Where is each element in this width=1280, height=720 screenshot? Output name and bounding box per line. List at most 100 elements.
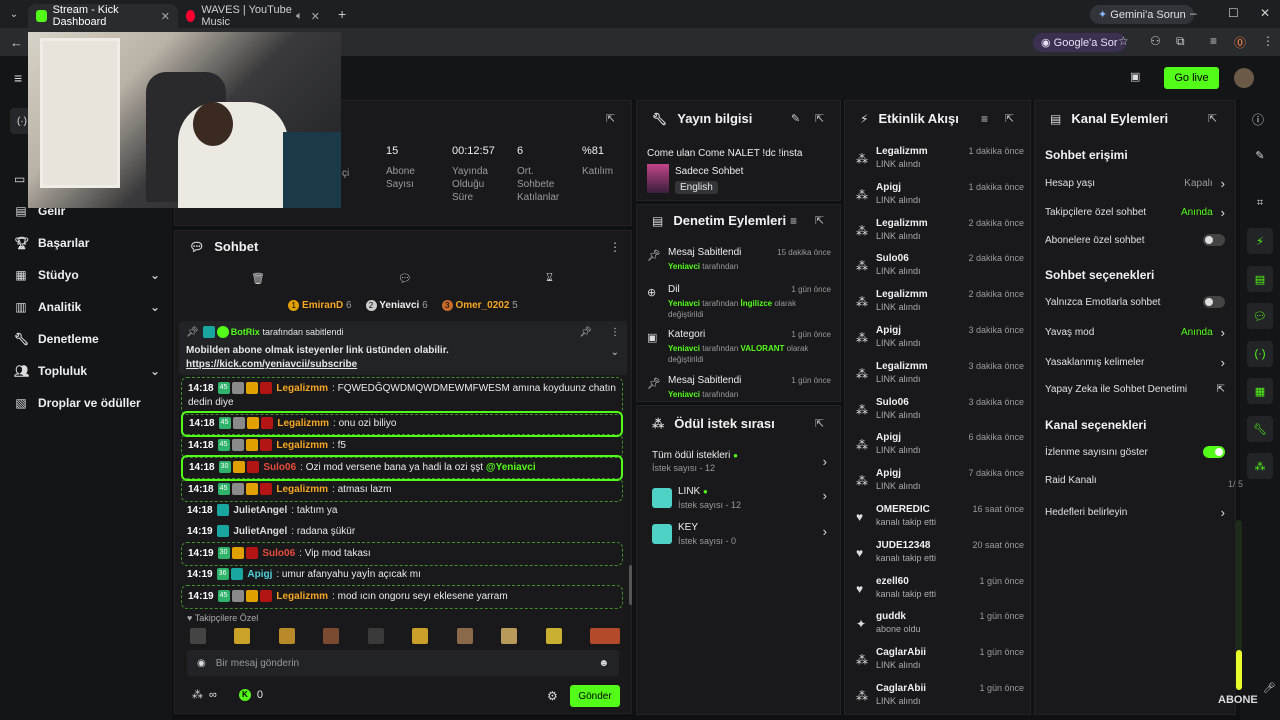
emote-icon[interactable] — [367, 628, 384, 644]
emoji-icon[interactable]: ☻ — [598, 658, 609, 669]
minimize-icon[interactable]: – — [1190, 6, 1197, 20]
sidebar-item-basarilar[interactable]: 🏆︎ Başarılar — [14, 236, 160, 250]
menu-kebab-icon[interactable]: ⋮ — [1262, 34, 1274, 48]
expand-icon[interactable]: ⇱ — [815, 112, 824, 125]
send-button[interactable]: Gönder — [570, 685, 620, 707]
sidebar-item-topluluk[interactable]: 👥︎ Topluluk ⌄ — [14, 364, 160, 378]
rail-crop-button[interactable]: ⌗ — [1247, 190, 1273, 216]
chat-mode-icon[interactable]: 💬︎ — [398, 272, 412, 285]
emote-icon[interactable] — [501, 628, 518, 644]
expand-icon[interactable]: ⇱ — [1208, 112, 1217, 125]
chat-message[interactable]: 14:19 36 Apigj: umur afanyahu yayİn açıca… — [181, 564, 623, 586]
channel-action-row[interactable]: Hesap yaşı Kapalı › — [1045, 176, 1225, 191]
channel-action-row[interactable]: Yapay Zeka ile Sohbet Denetimi ⇱ — [1045, 384, 1225, 395]
rail-actions-button[interactable]: ▦ — [1247, 378, 1273, 404]
toggle-switch[interactable] — [1203, 446, 1225, 458]
channel-action-row[interactable]: Yavaş mod Anında › — [1045, 325, 1225, 340]
chat-message[interactable]: 14:18 45 Legalizmm: atması lazm — [181, 478, 623, 502]
message-username[interactable]: Legalizmm — [276, 383, 328, 394]
message-username[interactable]: Sulo06 — [263, 462, 296, 473]
expand-icon[interactable]: ⇱ — [606, 112, 615, 125]
emote-icon[interactable] — [412, 628, 429, 644]
user-avatar[interactable] — [1234, 68, 1254, 88]
filter-icon[interactable]: ≡ — [981, 112, 988, 126]
slow-mode-hourglass-icon[interactable]: ⌛︎ — [546, 272, 553, 285]
chat-message[interactable]: 14:18 45 Legalizmm: FQWEDĞQWDMQWDMEWMFWES… — [181, 377, 623, 415]
chat-scrollbar[interactable] — [629, 565, 632, 605]
emote-icon[interactable] — [456, 628, 473, 644]
expand-icon[interactable]: ⇱ — [815, 417, 824, 430]
sidebar-item-droplar[interactable]: ▧ Droplar ve ödüller — [14, 396, 160, 410]
top-user-1[interactable]: 1 EmiranD 6 — [288, 299, 352, 311]
sidebar-item-analitik[interactable]: ▥ Analitik ⌄ — [14, 300, 160, 314]
channel-action-row[interactable]: Yalnızca Emotlarla sohbet — [1045, 296, 1225, 308]
message-username[interactable]: Legalizmm — [276, 484, 328, 495]
tab-list-chevron-icon[interactable]: ⌄ — [0, 9, 28, 20]
message-username[interactable]: JulietAngel — [233, 526, 287, 537]
channel-action-row[interactable]: İzlenme sayısını göster — [1045, 446, 1225, 458]
top-user-3[interactable]: 3 Omer_0202 5 — [441, 299, 518, 311]
gemini-button[interactable]: ✦ Gemini'a Sorun — [1090, 5, 1194, 24]
message-username[interactable]: Sulo06 — [262, 548, 295, 559]
channel-action-row[interactable]: Hedefleri belirleyin › — [1045, 505, 1225, 520]
message-username[interactable]: Legalizmm — [276, 440, 328, 451]
pinned-collapse-chevron-icon[interactable]: ⌄ — [611, 347, 619, 358]
message-username[interactable]: Legalizmm — [276, 591, 328, 602]
queue-icon[interactable]: ≡ — [1210, 34, 1217, 48]
message-username[interactable]: Legalizmm — [277, 418, 329, 429]
stream-preview-icon[interactable]: ▣ — [1130, 70, 1140, 83]
trash-icon[interactable]: 🗑︎ — [251, 272, 265, 285]
emote-icon[interactable] — [234, 628, 251, 644]
edit-pencil-icon[interactable]: ✎ — [791, 112, 800, 125]
emote-picker-icon[interactable]: ◉ — [197, 658, 206, 669]
toggle-switch[interactable] — [1203, 234, 1225, 246]
expand-icon[interactable]: ⇱ — [815, 214, 824, 227]
chat-message[interactable]: 14:19 JulietAngel: radana şükür — [181, 521, 623, 543]
unpin-icon[interactable]: 📌︎ — [579, 327, 592, 338]
channel-action-row[interactable]: Yasaklanmış kelimeler › — [1045, 355, 1225, 370]
rail-chat-button[interactable]: 💬︎ — [1247, 303, 1273, 329]
chat-message[interactable]: 14:19 45 Legalizmm: mod ıcın ongoru seyı … — [181, 585, 623, 609]
chat-message[interactable]: 14:19 30 Sulo06: Vip mod takası — [181, 542, 623, 566]
top-user-2[interactable]: 2 Yeniavci 6 — [365, 299, 428, 311]
reward-key-row[interactable]: KEY İstek sayısı - 0 › — [652, 522, 827, 550]
channel-action-row[interactable]: Takipçilere özel sohbet Anında › — [1045, 205, 1225, 220]
google-ask-button[interactable]: ◉ Google'a Sor — [1033, 33, 1126, 52]
back-icon[interactable]: ← — [10, 35, 23, 50]
close-tab-icon[interactable]: ✕ — [311, 10, 320, 23]
rail-edit-button[interactable]: ✎ — [1247, 142, 1273, 168]
extension-icon[interactable]: ⚇ — [1150, 34, 1161, 48]
go-live-button[interactable]: Go live — [1164, 67, 1219, 89]
filter-icon[interactable]: ≡ — [790, 214, 797, 228]
chat-menu-icon[interactable]: ⋮ — [609, 240, 621, 254]
reward-link-row[interactable]: LINK ● İstek sayısı - 12 › — [652, 486, 827, 514]
emote-icon[interactable] — [323, 628, 340, 644]
rail-rewards-button[interactable]: ⁂ — [1247, 453, 1273, 479]
sidebar-item-studyo[interactable]: ▦ Stüdyo ⌄ — [14, 268, 160, 282]
emote-icon[interactable] — [190, 628, 206, 644]
emote-icon[interactable] — [545, 628, 562, 644]
tab-youtube-music[interactable]: WAVES | YouTube Music 🔈︎ ✕ — [178, 4, 328, 28]
info-icon[interactable]: ⓘ — [1252, 111, 1264, 128]
maximize-icon[interactable]: ☐ — [1228, 6, 1239, 20]
message-username[interactable]: Apigj — [247, 569, 272, 580]
emote-icon[interactable] — [589, 628, 620, 644]
chat-message[interactable]: 14:18 JulietAngel: taktım ya — [181, 500, 623, 522]
rail-modlog-button[interactable]: ▤ — [1247, 266, 1273, 292]
rail-mod-button[interactable]: 🔧︎ — [1247, 416, 1273, 442]
rail-events-button[interactable]: ⚡︎ — [1247, 228, 1273, 254]
profile-badge-icon[interactable]: ⓪ — [1234, 34, 1246, 51]
hamburger-icon[interactable]: ≡ — [14, 70, 22, 86]
channel-points-icon[interactable]: ⁂ — [192, 688, 203, 701]
channel-action-row[interactable]: Raid Kanalı — [1045, 475, 1225, 486]
sidebar-item-denetleme[interactable]: 🔧︎ Denetleme — [14, 332, 160, 346]
emote-icon[interactable] — [278, 628, 295, 644]
all-rewards-row[interactable]: Tüm ödül istekleri ● İstek sayısı - 12 › — [652, 450, 827, 473]
channel-action-row[interactable]: Abonelere özel sohbet — [1045, 234, 1225, 246]
message-mention[interactable]: @Yeniavci — [486, 462, 536, 473]
toggle-switch[interactable] — [1203, 296, 1225, 308]
expand-icon[interactable]: ⇱ — [1005, 112, 1014, 125]
message-username[interactable]: JulietAngel — [233, 505, 287, 516]
pinned-link[interactable]: https://kick.com/yeniavcii/subscribe — [186, 359, 620, 370]
rail-broadcast-button[interactable]: (·) — [1247, 341, 1273, 367]
